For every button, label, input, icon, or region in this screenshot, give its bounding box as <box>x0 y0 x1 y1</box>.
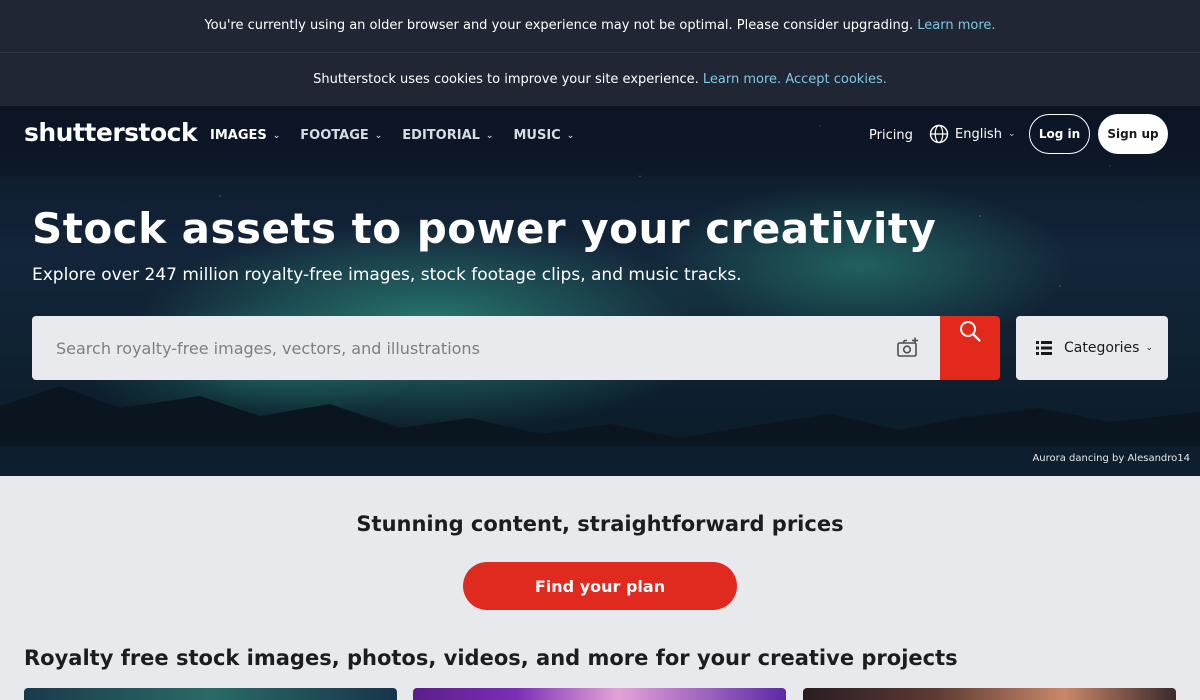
cookie-learn-more-link[interactable]: Learn more. <box>703 72 781 87</box>
search-button[interactable] <box>940 316 1000 380</box>
nav-editorial[interactable]: EDITORIAL ⌄ <box>402 128 493 143</box>
hero-section: shutterstock IMAGES ⌄ FOOTAGE ⌄ EDITORIA… <box>0 106 1200 476</box>
signup-button[interactable]: Sign up <box>1098 114 1168 154</box>
hero-subtitle: Explore over 247 million royalty-free im… <box>32 265 742 285</box>
collection-thumbnail[interactable] <box>803 688 1176 700</box>
browser-warning-text: You're currently using an older browser … <box>204 18 914 33</box>
chevron-down-icon: ⌄ <box>1007 129 1016 139</box>
pricing-headline: Stunning content, straightforward prices <box>356 512 844 536</box>
search-box <box>32 316 940 380</box>
accept-cookies-link[interactable]: Accept cookies. <box>785 72 887 87</box>
pricing-link[interactable]: Pricing <box>869 128 913 143</box>
hero-title: Stock assets to power your creativity <box>32 204 937 253</box>
image-credit[interactable]: Aurora dancing by Alesandro14 <box>1032 453 1190 464</box>
nav-music-label: MUSIC <box>513 128 561 143</box>
main-nav: IMAGES ⌄ FOOTAGE ⌄ EDITORIAL ⌄ MUSIC ⌄ <box>210 128 594 143</box>
nav-footage-label: FOOTAGE <box>300 128 369 143</box>
login-button[interactable]: Log in <box>1029 114 1090 154</box>
browser-warning-banner: You're currently using an older browser … <box>0 0 1200 53</box>
cookie-banner: Shutterstock uses cookies to improve you… <box>0 53 1200 106</box>
chevron-down-icon: ⌄ <box>566 130 575 141</box>
chevron-down-icon: ⌄ <box>485 130 494 141</box>
categories-label: Categories <box>1064 340 1140 356</box>
search-icon <box>960 321 981 342</box>
language-label: English <box>955 126 1002 142</box>
shutterstock-logo[interactable]: shutterstock <box>24 118 198 147</box>
cookie-text: Shutterstock uses cookies to improve you… <box>313 72 699 87</box>
search-input[interactable] <box>56 316 876 380</box>
chevron-down-icon: ⌄ <box>1145 343 1154 353</box>
top-navbar: shutterstock IMAGES ⌄ FOOTAGE ⌄ EDITORIA… <box>0 106 1200 176</box>
language-selector[interactable]: English ⌄ <box>929 124 1016 144</box>
browser-learn-more-link[interactable]: Learn more. <box>917 18 995 33</box>
collection-thumbnail[interactable] <box>413 688 786 700</box>
list-icon <box>1036 341 1052 355</box>
nav-images-label: IMAGES <box>210 128 267 143</box>
collection-headline: Royalty free stock images, photos, video… <box>24 646 958 670</box>
nav-footage[interactable]: FOOTAGE ⌄ <box>300 128 382 143</box>
collection-thumbnail[interactable] <box>24 688 397 700</box>
nav-images[interactable]: IMAGES ⌄ <box>210 128 280 143</box>
nav-editorial-label: EDITORIAL <box>402 128 480 143</box>
nav-music[interactable]: MUSIC ⌄ <box>513 128 574 143</box>
camera-search-icon[interactable] <box>896 336 920 360</box>
chevron-down-icon: ⌄ <box>374 130 383 141</box>
find-your-plan-button[interactable]: Find your plan <box>463 562 737 610</box>
globe-icon <box>929 124 949 144</box>
categories-dropdown[interactable]: Categories ⌄ <box>1016 316 1168 380</box>
chevron-down-icon: ⌄ <box>272 130 281 141</box>
